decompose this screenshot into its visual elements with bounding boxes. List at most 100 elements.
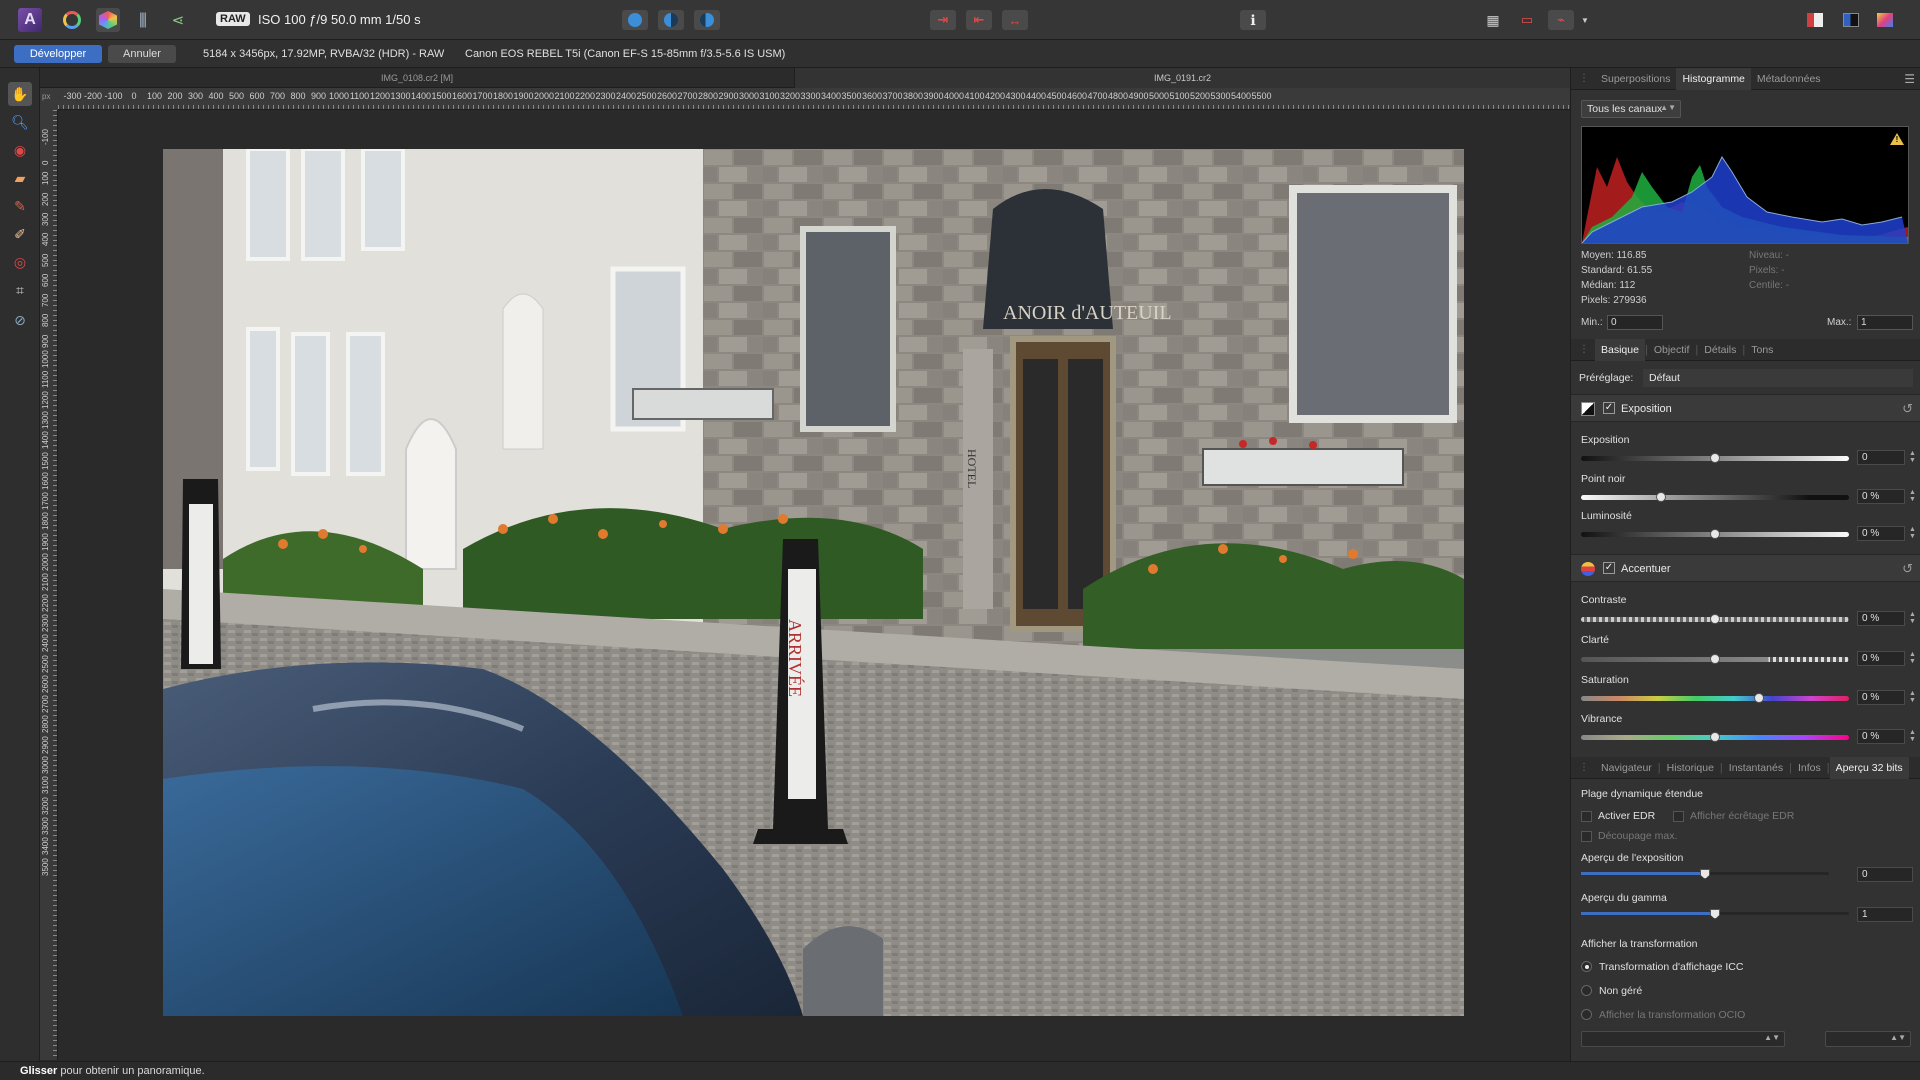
develop-button[interactable]: Développer (14, 45, 102, 63)
tab-superpositions[interactable]: Superpositions (1595, 68, 1676, 90)
saturation-value[interactable]: 0 % (1857, 690, 1905, 705)
vibrance-value[interactable]: 0 % (1857, 729, 1905, 744)
saturation-knob[interactable] (1754, 693, 1765, 703)
clarity-spinner[interactable]: ▲ ▼ (1909, 651, 1916, 665)
compare-button[interactable]: ▭ (1514, 10, 1540, 30)
tab-details[interactable]: Détails (1698, 339, 1742, 361)
tab-historique[interactable]: Historique (1661, 757, 1720, 779)
reset-icon[interactable]: ↺ (1902, 401, 1913, 417)
exposure-spinner[interactable]: ▲ ▼ (1909, 450, 1916, 464)
zoom-tool[interactable]: 🔍︎ (8, 110, 32, 134)
studio-left-button[interactable] (1802, 10, 1828, 30)
assistant-button[interactable]: ⌁ (1548, 10, 1574, 30)
black-point-value[interactable]: 0 % (1857, 489, 1905, 504)
gamma-preview-slider[interactable] (1581, 909, 1849, 919)
max-input[interactable]: 1 (1857, 315, 1913, 330)
icc-radio[interactable] (1581, 961, 1592, 972)
photo-image[interactable]: ANOIR d'AUTEUIL HOTEL ARRIVÉE (163, 149, 1464, 1016)
enhance-enable-checkbox[interactable]: ✓ (1603, 562, 1615, 574)
overlay-erase-tool[interactable]: ✐ (8, 222, 32, 246)
tab-objectif[interactable]: Objectif (1648, 339, 1696, 361)
unmanaged-radio[interactable] (1581, 985, 1592, 996)
view-mirror-button[interactable] (694, 10, 720, 30)
enable-edr-checkbox[interactable] (1581, 811, 1592, 822)
max-clip-checkbox[interactable] (1581, 831, 1592, 842)
show-edr-clipping-checkbox[interactable] (1673, 811, 1684, 822)
white-balance-tool[interactable]: ⊘ (8, 308, 32, 332)
brightness-knob[interactable] (1710, 529, 1720, 539)
redeye-tool[interactable]: ◉ (8, 138, 32, 162)
tab-instantanes[interactable]: Instantanés (1723, 757, 1789, 779)
overlay-paint-tool[interactable]: ✎ (8, 194, 32, 218)
exposure-preview-slider[interactable] (1581, 869, 1829, 879)
crop-tool[interactable]: ⌗ (8, 278, 32, 302)
overlay-gradient-tool[interactable]: ◎ (8, 250, 32, 274)
photo-persona-icon[interactable]: A (18, 8, 42, 32)
clarity-slider[interactable] (1581, 654, 1849, 664)
brightness-slider[interactable] (1581, 529, 1849, 539)
view-tool[interactable]: ✋ (8, 82, 32, 106)
exposure-preview-knob[interactable] (1700, 869, 1710, 879)
clarity-knob[interactable] (1710, 654, 1720, 664)
exposure-knob[interactable] (1710, 453, 1720, 463)
tab-metadonnees[interactable]: Métadonnées (1751, 68, 1827, 90)
brightness-spinner[interactable]: ▲ ▼ (1909, 526, 1916, 540)
info-button[interactable]: ℹ (1240, 10, 1266, 30)
tab-infos[interactable]: Infos (1792, 757, 1827, 779)
tab-apercu-32-bits[interactable]: Aperçu 32 bits (1829, 756, 1909, 779)
tab-basique[interactable]: Basique (1595, 338, 1645, 361)
liquify-persona-icon[interactable] (60, 8, 84, 32)
black-point-spinner[interactable]: ▲ ▼ (1909, 489, 1916, 503)
highlight-clip-button[interactable]: ⇤ (966, 10, 992, 30)
canvas-area[interactable]: ANOIR d'AUTEUIL HOTEL ARRIVÉE (58, 110, 1570, 1060)
tab-img-0191[interactable]: IMG_0191.cr2 (795, 68, 1570, 88)
tone-clip-button[interactable]: ↔ (1002, 10, 1028, 30)
vibrance-knob[interactable] (1710, 732, 1720, 742)
contrast-knob[interactable] (1710, 614, 1720, 624)
tab-histogramme[interactable]: Histogramme (1676, 67, 1751, 90)
gamma-preview-value[interactable]: 1 (1857, 907, 1913, 922)
ocio-device-select[interactable]: ▲▼ (1581, 1031, 1785, 1047)
black-point-knob[interactable] (1656, 492, 1667, 502)
develop-persona-icon[interactable] (96, 8, 120, 32)
saturation-spinner[interactable]: ▲ ▼ (1909, 690, 1916, 704)
shadow-clip-button[interactable]: ⇥ (930, 10, 956, 30)
cancel-button[interactable]: Annuler (108, 45, 176, 63)
exposure-enable-checkbox[interactable]: ✓ (1603, 402, 1615, 414)
panel-menu-icon[interactable]: ☰ (1904, 72, 1915, 86)
saturation-slider[interactable] (1581, 693, 1849, 703)
tab-navigateur[interactable]: Navigateur (1595, 757, 1658, 779)
grid-button[interactable]: ▦ (1480, 10, 1506, 30)
clarity-value[interactable]: 0 % (1857, 651, 1905, 666)
exposure-section-header[interactable]: ✓ Exposition ↺ (1571, 394, 1920, 422)
channel-select[interactable]: Tous les canaux ▲▼ (1581, 100, 1681, 118)
preset-select[interactable]: Défaut (1643, 369, 1913, 387)
contrast-slider[interactable] (1581, 614, 1849, 624)
reset-icon[interactable]: ↺ (1902, 561, 1913, 577)
bandage-icon: ▰ (14, 169, 26, 186)
ocio-radio[interactable] (1581, 1009, 1592, 1020)
tab-tons[interactable]: Tons (1745, 339, 1779, 361)
exposure-preview-value[interactable]: 0 (1857, 867, 1913, 882)
black-point-slider[interactable] (1581, 492, 1849, 502)
blemish-tool[interactable]: ▰ (8, 166, 32, 190)
contrast-spinner[interactable]: ▲ ▼ (1909, 611, 1916, 625)
exposure-value[interactable]: 0 (1857, 450, 1905, 465)
enhance-section-header[interactable]: ✓ Accentuer ↺ (1571, 554, 1920, 582)
tab-img-0108[interactable]: IMG_0108.cr2 [M] (40, 68, 795, 88)
view-single-button[interactable] (622, 10, 648, 30)
assistant-dropdown[interactable]: ▼ (1578, 10, 1592, 30)
contrast-value[interactable]: 0 % (1857, 611, 1905, 626)
vibrance-spinner[interactable]: ▲ ▼ (1909, 729, 1916, 743)
vibrance-slider[interactable] (1581, 732, 1849, 742)
studio-right-button[interactable] (1838, 10, 1864, 30)
export-persona-icon[interactable]: ⋖ (166, 8, 190, 32)
studio-color-button[interactable] (1872, 10, 1898, 30)
ocio-view-select[interactable]: ▲▼ (1825, 1031, 1911, 1047)
min-input[interactable]: 0 (1607, 315, 1663, 330)
gamma-preview-knob[interactable] (1710, 909, 1720, 919)
view-split-button[interactable] (658, 10, 684, 30)
exposure-slider[interactable] (1581, 453, 1849, 463)
brightness-value[interactable]: 0 % (1857, 526, 1905, 541)
tonemap-persona-icon[interactable]: ||| (130, 8, 154, 32)
